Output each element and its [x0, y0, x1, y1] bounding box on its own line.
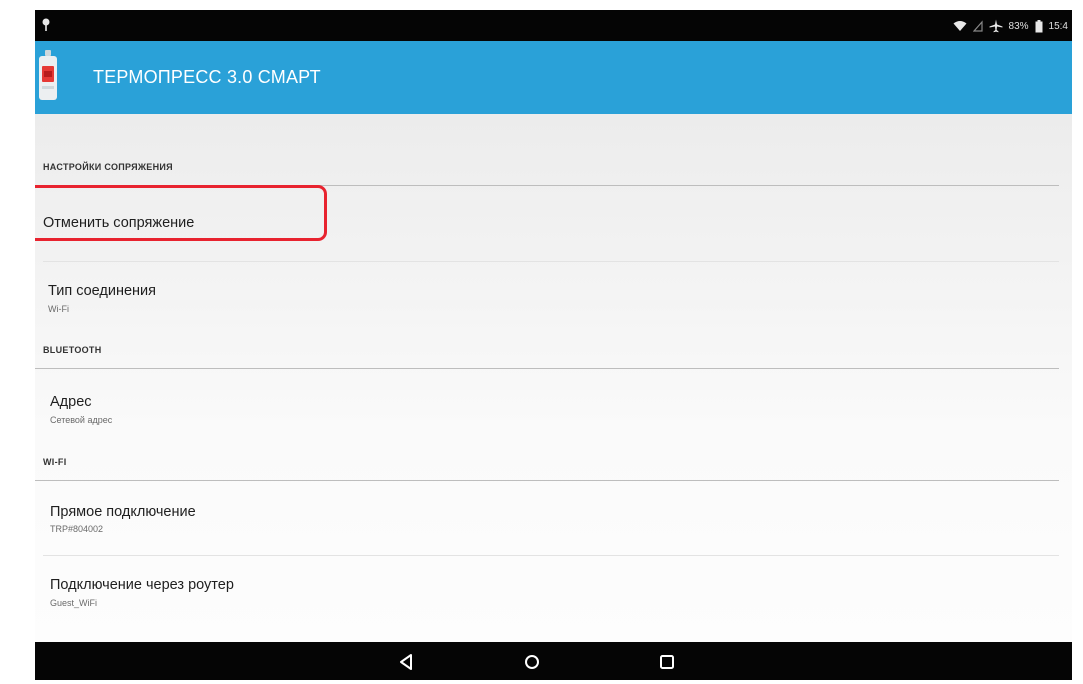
recents-button[interactable] [656, 651, 678, 673]
section-header-bluetooth: BLUETOOTH [43, 345, 102, 355]
airplane-icon [989, 19, 1003, 33]
wifi-icon [953, 21, 967, 31]
home-icon [525, 655, 539, 669]
connection-type-value: Wi-Fi [48, 304, 69, 314]
notification-icon [42, 18, 50, 31]
router-connection-title: Подключение через роутер [50, 577, 234, 593]
thermopress-device-icon [39, 50, 57, 100]
battery-icon [1035, 19, 1043, 32]
recents-icon [660, 655, 674, 669]
section-header-wifi: WI-FI [43, 457, 67, 467]
signal-icon [972, 20, 983, 32]
section-header-pairing: НАСТРОЙКИ СОПРЯЖЕНИЯ [43, 162, 173, 172]
back-icon [400, 654, 412, 670]
app-bar: ТЕРМОПРЕСС 3.0 СМАРТ [35, 41, 1072, 114]
direct-connection-title: Прямое подключение [50, 504, 196, 520]
direct-connection-value: TRP#804002 [50, 524, 104, 534]
battery-percent: 83% [1008, 20, 1029, 32]
device-screen: 83% 15:4 ТЕРМОПРЕСС 3.0 СМАРТ НАСТРОЙКИ … [35, 10, 1072, 680]
address-value: Сетевой адрес [50, 415, 113, 425]
router-connection-value: Guest_WiFi [50, 598, 98, 608]
app-title: ТЕРМОПРЕСС 3.0 СМАРТ [93, 67, 321, 87]
status-bar: 83% 15:4 [35, 10, 1072, 41]
highlight-box [35, 185, 327, 241]
connection-type-item[interactable]: Тип соединения Wi-Fi [35, 262, 1065, 336]
settings-list: НАСТРОЙКИ СОПРЯЖЕНИЯ Отменить сопряжение… [35, 114, 1072, 642]
address-item[interactable]: Адрес Сетевой адрес [35, 369, 1065, 447]
router-connection-item[interactable]: Подключение через роутер Guest_WiFi [35, 556, 1065, 636]
status-time: 15:4 [1048, 20, 1068, 32]
direct-connection-item[interactable]: Прямое подключение TRP#804002 [35, 481, 1065, 555]
status-icons: 83% 15:4 [953, 17, 1068, 35]
navigation-bar [35, 642, 1072, 680]
connection-type-title: Тип соединения [48, 283, 157, 299]
back-button[interactable] [396, 651, 418, 673]
home-button[interactable] [521, 651, 543, 673]
address-title: Адрес [50, 394, 92, 410]
